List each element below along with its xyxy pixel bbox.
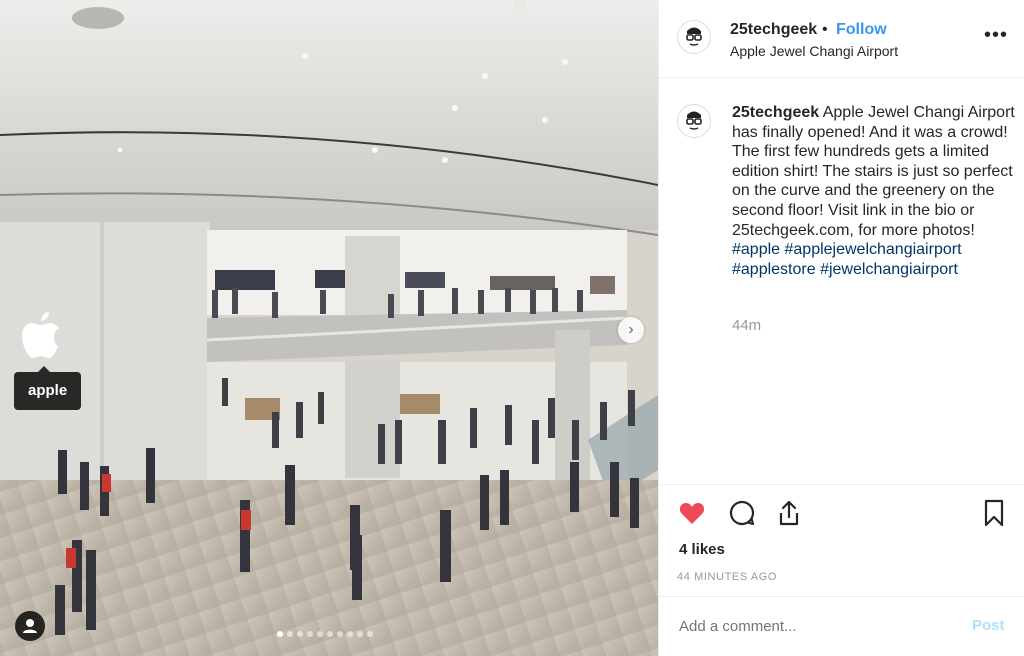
carousel-dot xyxy=(287,631,293,637)
geek-avatar-icon xyxy=(686,27,702,46)
comment-box: Post xyxy=(659,596,1024,656)
chevron-right-icon: › xyxy=(628,321,634,338)
carousel-dot xyxy=(297,631,303,637)
location-link[interactable]: Apple Jewel Changi Airport xyxy=(730,43,898,59)
carousel-indicator xyxy=(277,631,373,639)
bookmark-icon[interactable] xyxy=(979,498,1009,528)
carousel-dot xyxy=(337,631,343,637)
separator-dot: • xyxy=(822,21,828,38)
post-comment-button[interactable]: Post xyxy=(972,617,1005,634)
likes-count[interactable]: 4 likes xyxy=(679,541,725,558)
share-icon[interactable] xyxy=(774,498,804,528)
hashtag-link[interactable]: #jewelchangiairport xyxy=(820,261,958,278)
user-icon xyxy=(23,619,37,633)
next-image-button[interactable]: › xyxy=(618,317,644,343)
geek-avatar-icon xyxy=(686,111,702,130)
carousel-dot xyxy=(307,631,313,637)
post-photo[interactable]: apple › xyxy=(0,0,658,656)
hashtag-link[interactable]: #apple xyxy=(732,241,780,258)
post-details-panel: 25techgeek • Follow Apple Jewel Changi A… xyxy=(658,0,1024,656)
heart-icon[interactable] xyxy=(677,498,707,528)
post-caption: 25techgeek Apple Jewel Changi Airport ha… xyxy=(732,103,1016,279)
apple-store-photo xyxy=(0,0,658,656)
caption-text: Apple Jewel Changi Airport has finally o… xyxy=(732,104,1015,239)
avatar[interactable] xyxy=(677,20,711,54)
carousel-dot xyxy=(277,631,283,637)
carousel-dot xyxy=(357,631,363,637)
carousel-dot xyxy=(317,631,323,637)
caption-username[interactable]: 25techgeek xyxy=(732,104,819,121)
product-tag-label[interactable]: apple xyxy=(14,366,82,410)
caption-avatar[interactable] xyxy=(677,104,711,138)
username[interactable]: 25techgeek xyxy=(730,21,817,39)
carousel-dot xyxy=(327,631,333,637)
more-options-icon[interactable]: ••• xyxy=(984,24,1008,47)
post-timestamp[interactable]: 44 MINUTES AGO xyxy=(677,571,777,583)
tagged-users-button[interactable] xyxy=(15,611,45,641)
post-actions: 4 likes 44 MINUTES AGO xyxy=(659,484,1024,596)
caption-time[interactable]: 44m xyxy=(732,317,761,334)
hashtag-link[interactable]: #applestore xyxy=(732,261,816,278)
comment-input[interactable] xyxy=(679,616,939,636)
carousel-dot xyxy=(347,631,353,637)
hashtag-link[interactable]: #applejewelchangiairport xyxy=(785,241,962,258)
apple-logo-icon[interactable] xyxy=(20,312,62,360)
comment-icon[interactable] xyxy=(727,498,757,528)
follow-button[interactable]: Follow xyxy=(836,21,887,39)
carousel-dot xyxy=(367,631,373,637)
post-header: 25techgeek • Follow Apple Jewel Changi A… xyxy=(659,0,1024,78)
